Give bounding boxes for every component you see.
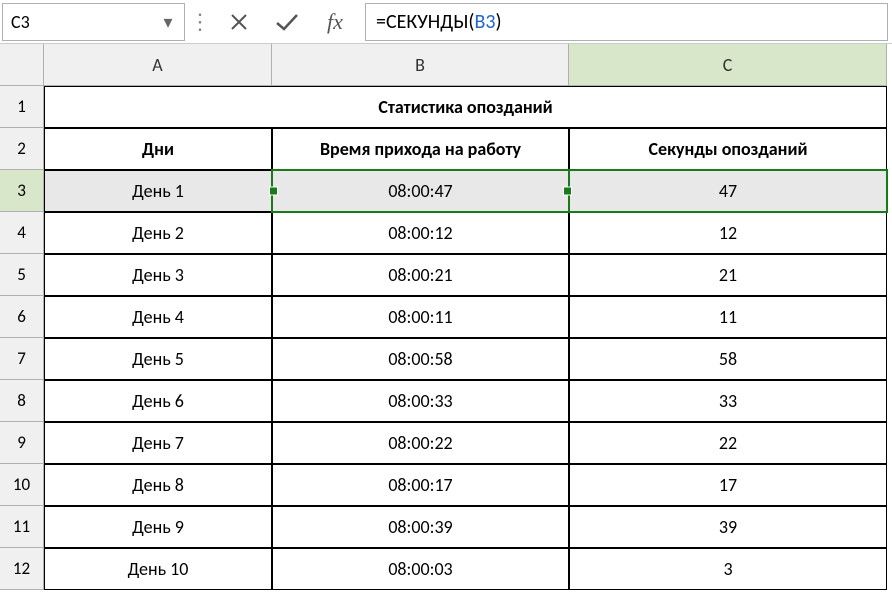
cell-C7[interactable]: 58 bbox=[569, 338, 887, 380]
cell-B5[interactable]: 08:00:21 bbox=[272, 254, 569, 296]
cancel-button[interactable] bbox=[215, 3, 263, 41]
row-header-11[interactable]: 11 bbox=[0, 506, 44, 548]
cell-A5[interactable]: День 3 bbox=[44, 254, 272, 296]
row-header-5[interactable]: 5 bbox=[0, 254, 44, 296]
cell-B4[interactable]: 08:00:12 bbox=[272, 212, 569, 254]
col-header-C[interactable]: C bbox=[569, 44, 887, 86]
select-all-corner[interactable] bbox=[0, 44, 44, 86]
cell-C4[interactable]: 12 bbox=[569, 212, 887, 254]
cell-C11[interactable]: 39 bbox=[569, 506, 887, 548]
cell-B9[interactable]: 08:00:22 bbox=[272, 422, 569, 464]
formula-prefix: =СЕКУНДЫ( bbox=[376, 10, 474, 34]
row-header-8[interactable]: 8 bbox=[0, 380, 44, 422]
col-header-A[interactable]: A bbox=[44, 44, 272, 86]
row-header-3[interactable]: 3 bbox=[0, 170, 44, 212]
title-cell[interactable]: Статистика опозданий bbox=[44, 86, 887, 128]
name-box[interactable]: C3 ▾ bbox=[2, 3, 185, 41]
cancel-icon bbox=[228, 11, 250, 33]
row-header-4[interactable]: 4 bbox=[0, 212, 44, 254]
cell-A7[interactable]: День 5 bbox=[44, 338, 272, 380]
name-box-text: C3 bbox=[11, 11, 160, 33]
row-header-10[interactable]: 10 bbox=[0, 464, 44, 506]
cell-A6[interactable]: День 4 bbox=[44, 296, 272, 338]
formula-suffix: ) bbox=[495, 10, 501, 34]
cell-C9[interactable]: 22 bbox=[569, 422, 887, 464]
row-header-12[interactable]: 12 bbox=[0, 548, 44, 590]
separator-dots-icon: ⋮ bbox=[185, 8, 215, 35]
cell-C3[interactable]: 47 bbox=[569, 170, 887, 212]
cell-A3[interactable]: День 1 bbox=[44, 170, 272, 212]
cell-B11[interactable]: 08:00:39 bbox=[272, 506, 569, 548]
col-header-B[interactable]: B bbox=[272, 44, 569, 86]
cell-A9[interactable]: День 7 bbox=[44, 422, 272, 464]
cell-B7[interactable]: 08:00:58 bbox=[272, 338, 569, 380]
cell-A4[interactable]: День 2 bbox=[44, 212, 272, 254]
cell-C5[interactable]: 21 bbox=[569, 254, 887, 296]
cell-C8[interactable]: 33 bbox=[569, 380, 887, 422]
formula-ref: B3 bbox=[474, 10, 495, 34]
row-header-9[interactable]: 9 bbox=[0, 422, 44, 464]
cell-C12[interactable]: 3 bbox=[569, 548, 887, 590]
spreadsheet-grid[interactable]: A B C 1 Статистика опозданий 2 Дни Время… bbox=[0, 44, 892, 590]
formula-bar: C3 ▾ ⋮ fx =СЕКУНДЫ(B3) bbox=[0, 0, 892, 44]
cell-C6[interactable]: 11 bbox=[569, 296, 887, 338]
checkmark-icon bbox=[274, 11, 300, 33]
cell-A8[interactable]: День 6 bbox=[44, 380, 272, 422]
row-header-7[interactable]: 7 bbox=[0, 338, 44, 380]
cell-B3[interactable]: 08:00:47 bbox=[272, 170, 569, 212]
cell-A2[interactable]: Дни bbox=[44, 128, 272, 170]
cell-C10[interactable]: 17 bbox=[569, 464, 887, 506]
cell-A12[interactable]: День 10 bbox=[44, 548, 272, 590]
cell-A10[interactable]: День 8 bbox=[44, 464, 272, 506]
cell-B10[interactable]: 08:00:17 bbox=[272, 464, 569, 506]
cell-B8[interactable]: 08:00:33 bbox=[272, 380, 569, 422]
cell-B12[interactable]: 08:00:03 bbox=[272, 548, 569, 590]
fx-icon: fx bbox=[327, 9, 343, 35]
row-header-2[interactable]: 2 bbox=[0, 128, 44, 170]
row-header-6[interactable]: 6 bbox=[0, 296, 44, 338]
formula-input[interactable]: =СЕКУНДЫ(B3) bbox=[365, 3, 888, 41]
cell-B2[interactable]: Время прихода на работу bbox=[272, 128, 569, 170]
cell-B6[interactable]: 08:00:11 bbox=[272, 296, 569, 338]
name-box-dropdown-icon[interactable]: ▾ bbox=[160, 14, 176, 30]
cell-A11[interactable]: День 9 bbox=[44, 506, 272, 548]
enter-button[interactable] bbox=[263, 3, 311, 41]
cell-C2[interactable]: Секунды опозданий bbox=[569, 128, 887, 170]
row-header-1[interactable]: 1 bbox=[0, 86, 44, 128]
insert-function-button[interactable]: fx bbox=[311, 3, 359, 41]
